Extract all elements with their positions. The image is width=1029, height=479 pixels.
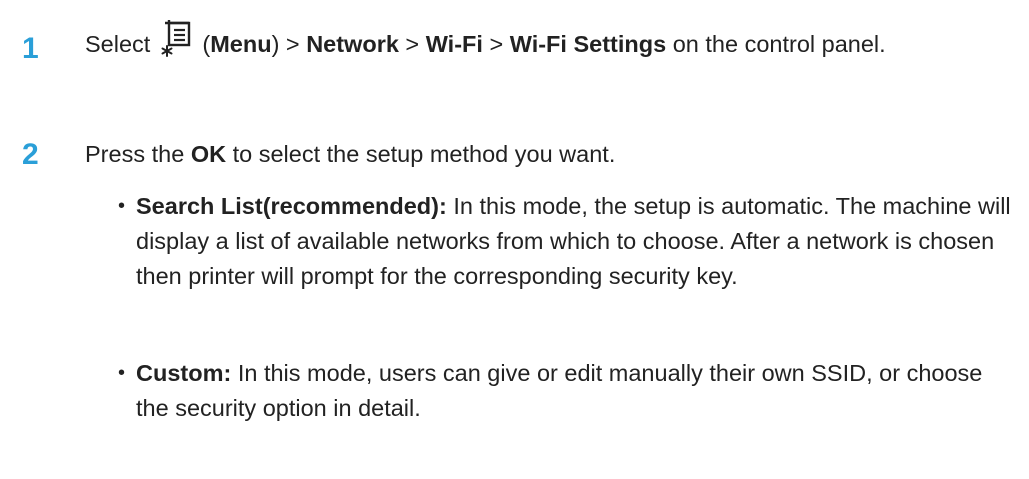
wifi-settings-label: Wi-Fi Settings xyxy=(509,31,667,57)
step-1-number: 1 xyxy=(22,32,39,65)
step-1-select-text: Select xyxy=(85,31,151,57)
step-2-tail-text: to select the setup method you want. xyxy=(232,141,616,167)
bullet-search-list-title: Search List(recommended): xyxy=(136,193,447,219)
step-1-tail-text: on the control panel. xyxy=(672,31,886,57)
wifi-label: Wi-Fi xyxy=(425,31,483,57)
step-1-text: Select (Menu) > Network > Wi-Fi > Wi-Fi … xyxy=(85,20,1010,64)
step-2-number: 2 xyxy=(22,138,39,171)
ok-label: OK xyxy=(190,141,227,167)
bullet-search-list-body: Search List(recommended): In this mode, … xyxy=(136,189,1021,294)
bullet-custom-title: Custom: xyxy=(136,360,232,386)
bullet-custom-body: Custom: In this mode, users can give or … xyxy=(136,356,1021,426)
step-2-press-text: Press the xyxy=(85,141,185,167)
menu-label: Menu xyxy=(210,31,272,57)
bullet-custom-text: In this mode, users can give or edit man… xyxy=(136,360,983,421)
bullet-dot: • xyxy=(118,195,126,217)
step-2-text: Press the OK to select the setup method … xyxy=(85,135,1010,174)
network-label: Network xyxy=(306,31,399,57)
bullet-dot: • xyxy=(118,362,126,384)
menu-icon xyxy=(161,20,191,57)
